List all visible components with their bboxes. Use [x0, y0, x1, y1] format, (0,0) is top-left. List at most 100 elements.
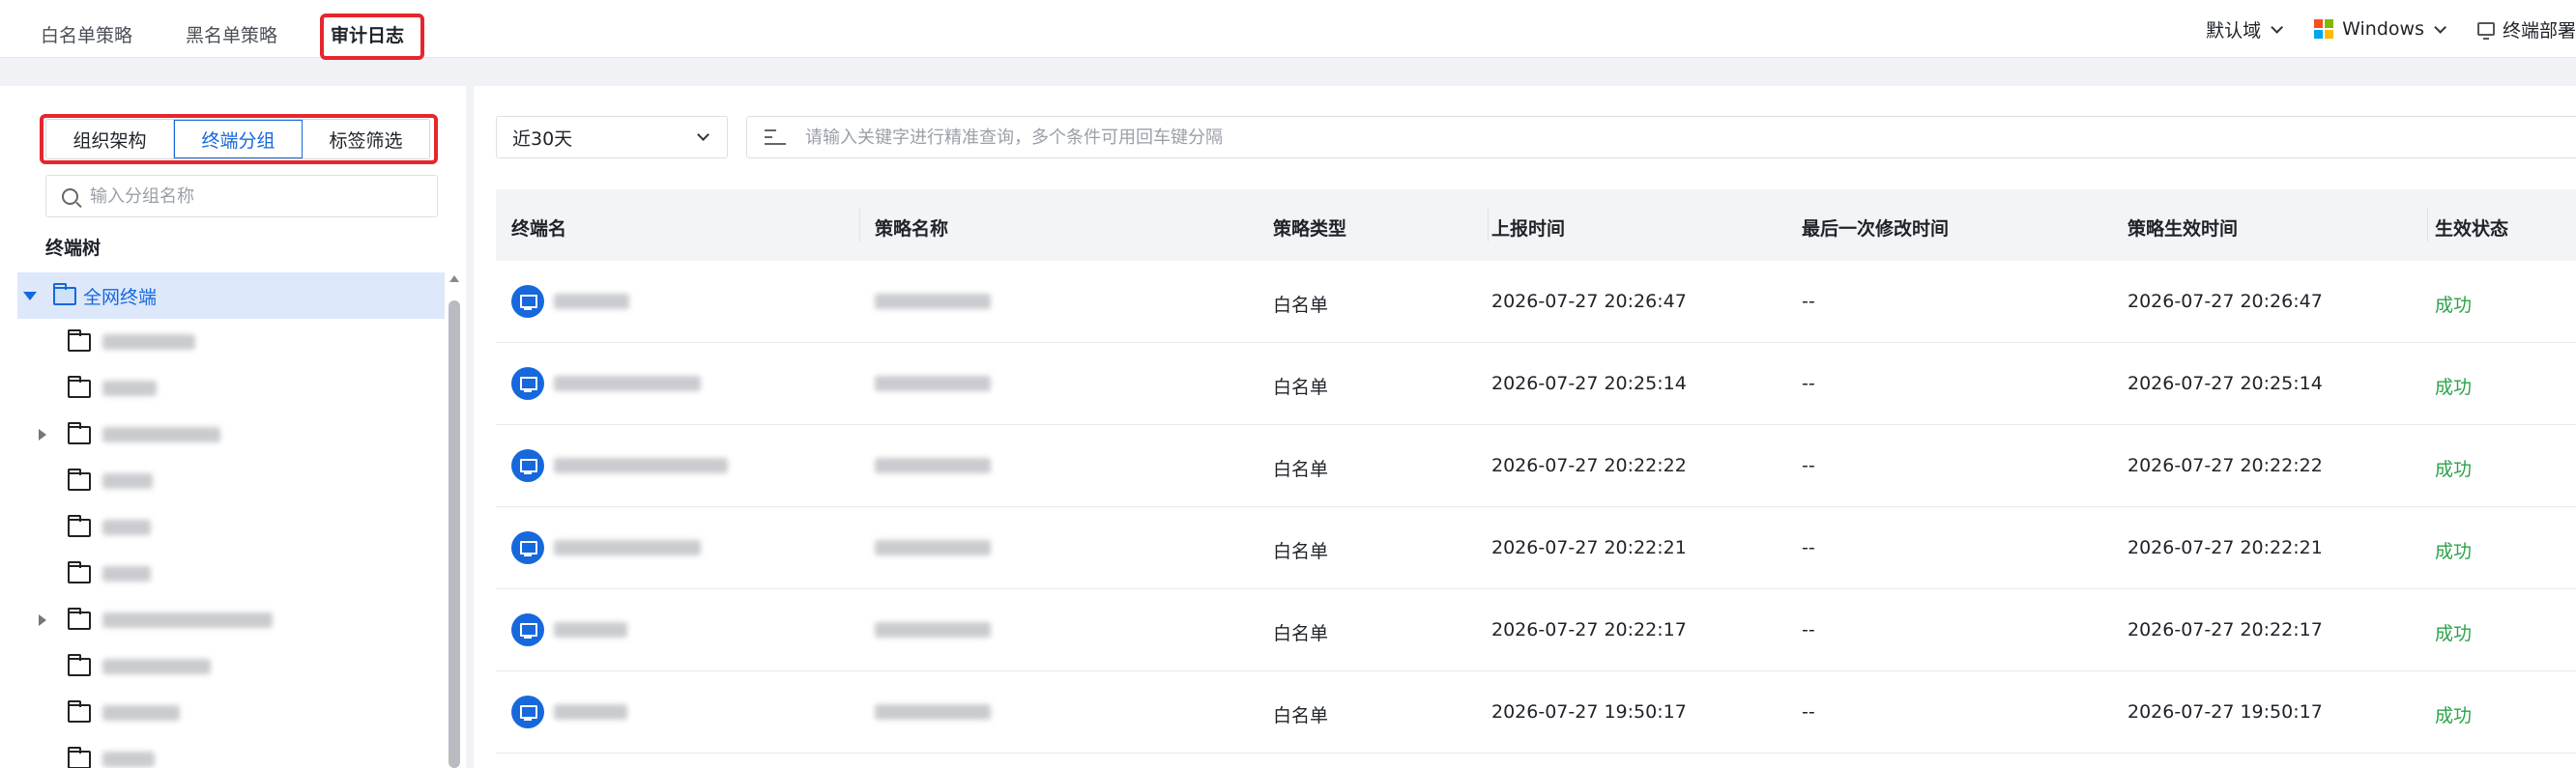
date-range-select[interactable]: 近30天	[496, 116, 728, 158]
column-header: 策略名称	[875, 218, 949, 240]
redacted-label	[102, 334, 195, 350]
os-selector[interactable]: Windows	[2314, 18, 2446, 40]
terminal-icon	[511, 613, 544, 646]
table-row[interactable]: 白名单 2026-07-27 20:26:47 -- 2026-07-27 20…	[496, 261, 2576, 343]
terminal-icon	[511, 696, 544, 728]
redacted-terminal-name	[554, 376, 701, 391]
header-tools: 默认域 Windows 终端部署	[2171, 10, 2576, 48]
chevron-down-icon	[697, 128, 709, 141]
caret-right-icon[interactable]	[39, 614, 46, 626]
deploy-button[interactable]: 终端部署	[2476, 16, 2576, 43]
redacted-label	[102, 520, 151, 535]
keyword-search-input[interactable]	[805, 127, 2255, 148]
policy-type: 白名单	[1273, 459, 1329, 480]
column-header: 生效状态	[2435, 218, 2509, 240]
chevron-down-icon	[2271, 20, 2284, 34]
redacted-label	[102, 612, 273, 628]
effective-time: 2026-07-27 20:22:21	[2127, 537, 2323, 558]
column-header: 策略类型	[1273, 218, 1347, 240]
tree-node[interactable]	[17, 504, 445, 551]
effective-time: 2026-07-27 20:25:14	[2127, 373, 2323, 394]
caret-right-icon[interactable]	[39, 429, 46, 441]
tree-node[interactable]	[17, 412, 445, 458]
tab-blacklist-policy[interactable]: 黑名单策略	[186, 21, 277, 47]
folder-icon	[68, 375, 91, 398]
redacted-label	[102, 381, 157, 396]
effective-time: 2026-07-27 20:22:22	[2127, 455, 2323, 476]
report-time: 2026-07-27 20:25:14	[1491, 373, 1687, 394]
status-badge: 成功	[2435, 623, 2473, 644]
table-row[interactable]: 白名单 2026-07-27 20:22:22 -- 2026-07-27 20…	[496, 425, 2576, 507]
scroll-thumb[interactable]	[449, 300, 460, 768]
domain-selector[interactable]: 默认域	[2206, 16, 2284, 43]
table-row[interactable]: 白名单 2026-07-27 20:22:17 -- 2026-07-27 20…	[496, 589, 2576, 671]
tree-scrollbar[interactable]	[449, 271, 460, 768]
effective-time: 2026-07-27 20:22:17	[2127, 619, 2323, 640]
tree-node-root[interactable]: 全网终端	[17, 272, 445, 319]
terminal-icon	[511, 531, 544, 564]
folder-icon	[68, 746, 91, 768]
tree-node[interactable]	[17, 551, 445, 597]
caret-down-icon[interactable]	[23, 291, 37, 300]
audit-log-table: 终端名 策略名称 策略类型 上报时间 最后一次修改时间 策略生效时间 生效状态 …	[496, 189, 2576, 754]
redacted-label	[102, 705, 180, 721]
report-time: 2026-07-27 19:50:17	[1491, 701, 1687, 723]
date-range-value: 近30天	[512, 128, 573, 150]
tree-node[interactable]	[17, 458, 445, 504]
redacted-terminal-name	[554, 294, 629, 309]
redacted-policy-name	[875, 458, 991, 473]
column-header: 终端名	[511, 218, 567, 240]
effective-time: 2026-07-27 19:50:17	[2127, 701, 2323, 723]
table-row[interactable]: 白名单 2026-07-27 19:50:17 -- 2026-07-27 19…	[496, 671, 2576, 754]
status-badge: 成功	[2435, 377, 2473, 398]
redacted-label	[102, 566, 151, 582]
last-modified: --	[1802, 455, 1815, 476]
folder-icon	[68, 514, 91, 537]
tree-node[interactable]	[17, 643, 445, 690]
redacted-policy-name	[875, 540, 991, 555]
redacted-terminal-name	[554, 622, 627, 638]
last-modified: --	[1802, 291, 1815, 312]
last-modified: --	[1802, 537, 1815, 558]
folder-icon	[68, 468, 91, 491]
terminal-tree: 全网终端	[17, 272, 445, 768]
terminal-icon	[511, 285, 544, 318]
monitor-icon	[2476, 22, 2495, 40]
status-badge: 成功	[2435, 459, 2473, 480]
folder-icon	[68, 607, 91, 630]
tree-node[interactable]	[17, 365, 445, 412]
redacted-terminal-name	[554, 540, 701, 555]
tree-node[interactable]	[17, 319, 445, 365]
tree-node[interactable]	[17, 597, 445, 643]
tree-node[interactable]	[17, 736, 445, 768]
column-divider	[859, 209, 860, 242]
windows-logo-icon	[2314, 19, 2334, 39]
chevron-down-icon	[2434, 20, 2446, 34]
os-label: Windows	[2342, 18, 2424, 40]
status-badge: 成功	[2435, 295, 2473, 316]
status-badge: 成功	[2435, 541, 2473, 562]
terminal-icon	[511, 367, 544, 400]
column-header: 上报时间	[1491, 218, 1566, 240]
group-search	[45, 175, 438, 217]
redacted-label	[102, 473, 153, 489]
keyword-search	[746, 116, 2576, 158]
domain-label: 默认域	[2206, 19, 2262, 42]
column-divider	[1488, 209, 1489, 242]
deploy-label: 终端部署	[2502, 19, 2576, 42]
report-time: 2026-07-27 20:26:47	[1491, 291, 1687, 312]
redacted-label	[102, 659, 211, 674]
folder-icon	[68, 560, 91, 583]
scroll-up-arrow-icon[interactable]	[449, 275, 459, 282]
redacted-policy-name	[875, 704, 991, 720]
policy-type: 白名单	[1273, 295, 1329, 316]
tree-title: 终端树	[45, 238, 101, 259]
search-icon	[62, 187, 78, 205]
group-search-input[interactable]	[90, 185, 409, 207]
folder-icon	[53, 282, 76, 305]
table-row[interactable]: 白名单 2026-07-27 20:22:21 -- 2026-07-27 20…	[496, 507, 2576, 589]
table-row[interactable]: 白名单 2026-07-27 20:25:14 -- 2026-07-27 20…	[496, 343, 2576, 425]
tab-whitelist-policy[interactable]: 白名单策略	[41, 21, 132, 47]
report-time: 2026-07-27 20:22:22	[1491, 455, 1687, 476]
tree-node[interactable]	[17, 690, 445, 736]
